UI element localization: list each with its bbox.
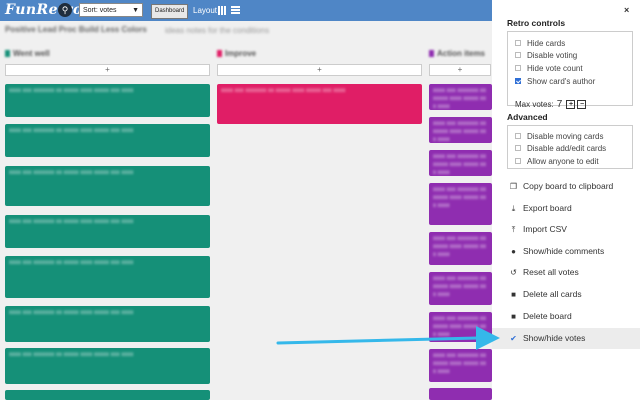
sort-select[interactable]: Sort: votes ▼ [79,3,143,17]
search-button[interactable]: ⚲ [58,3,72,17]
checkbox[interactable] [515,64,521,71]
checkbox[interactable] [515,39,521,46]
toggle-comments-button[interactable]: ● Show/hide comments [492,241,640,262]
add-card-button[interactable]: + [429,64,491,76]
reset-votes-button[interactable]: ↺ Reset all votes [492,262,640,283]
card[interactable]: xxxx xxx xxxxxxx xx xxxxx xxxx xxxxx xxx… [429,150,492,176]
columns-layout-icon[interactable] [218,6,226,15]
board-title: Positive Lead Proc Build Less Colors [5,25,147,34]
disable-moving-cards-option[interactable]: Disable moving cards [515,132,603,141]
board-settings-panel: × Retro controls Hide cards Disable voti… [492,0,640,400]
menu-icon[interactable] [231,6,240,15]
close-icon[interactable]: × [624,5,629,15]
download-icon: ⤓ [511,204,516,213]
card[interactable]: xxxx xxx xxxxxxx xx xxxxx xxxx xxxxx xxx… [5,166,210,206]
card[interactable]: xxxx xxx xxxxxxx xx xxxxx xxxx xxxxx xxx… [5,215,210,248]
trash-icon: ■ [511,312,516,321]
sort-select-value: Sort: votes [83,7,117,14]
decrease-votes-button[interactable]: − [577,100,587,110]
hide-cards-option[interactable]: Hide cards [515,39,565,48]
max-votes-value: 7 [556,99,563,110]
add-card-button[interactable]: + [217,64,422,76]
checkbox[interactable] [515,51,521,58]
card[interactable] [5,390,210,400]
card[interactable]: xxxx xxx xxxxxxx xx xxxxx xxxx xxxxx xxx… [429,349,492,382]
card[interactable]: xxxx xxx xxxxxxx xx xxxxx xxxx xxxxx xxx… [429,183,492,225]
card[interactable]: xxxx xxx xxxxxxx xx xxxxx xxxx xxxxx xxx… [217,84,422,124]
hide-vote-count-option[interactable]: Hide vote count [515,64,583,73]
checkbox[interactable] [515,157,521,164]
column-header-action-items: Action items [429,49,485,59]
delete-board-button[interactable]: ■ Delete board [492,306,640,327]
card[interactable]: xxxx xxx xxxxxxx xx xxxxx xxxx xxxxx xxx… [429,84,492,110]
card[interactable]: xxxx xxx xxxxxxx xx xxxxx xxxx xxxxx xxx… [429,272,492,305]
card[interactable]: xxxx xxx xxxxxxx xx xxxxx xxxx xxxxx xxx… [5,124,210,157]
card[interactable]: xxxx xxx xxxxxxx xx xxxxx xxxx xxxxx xxx… [429,117,492,143]
upload-icon: ⤒ [511,225,516,234]
checkbox[interactable] [515,132,521,139]
checkbox[interactable] [515,144,521,151]
card[interactable]: xxxx xxx xxxxxxx xx xxxxx xxxx xxxxx xxx… [429,312,492,342]
advanced-title: Advanced [507,112,548,122]
max-votes-label: Max votes: [515,100,554,109]
card[interactable]: xxxx xxx xxxxxxx xx xxxxx xxxx xxxxx xxx… [5,348,210,384]
toggle-votes-button[interactable]: ✔ Show/hide votes [492,328,640,349]
delete-all-cards-button[interactable]: ■ Delete all cards [492,284,640,305]
retro-controls-box: Hide cards Disable voting Hide vote coun… [507,31,633,110]
add-card-button[interactable]: + [5,64,210,76]
column-header-improve: Improve [217,49,256,59]
comments-icon: ● [511,247,516,256]
chevron-down-icon: ▼ [132,7,139,14]
disable-voting-option[interactable]: Disable voting [515,51,577,60]
disable-add-edit-cards-option[interactable]: Disable add/edit cards [515,144,606,153]
undo-icon: ↺ [510,268,517,277]
increase-votes-button[interactable]: + [566,100,576,110]
retro-controls-title: Retro controls [507,18,566,28]
show-card-author-option[interactable]: Show card's author [515,77,595,86]
layout-label: Layout [193,6,218,15]
search-icon: ⚲ [61,5,69,15]
dashboard-button[interactable]: Dashboard [151,4,189,19]
trash-icon: ■ [511,290,516,299]
advanced-box: Disable moving cards Disable add/edit ca… [507,125,633,169]
column-header-went-well: Went well [5,49,50,59]
card[interactable]: xxxx xxx xxxxxxx xx xxxxx xxxx xxxxx xxx… [5,84,210,117]
allow-anyone-edit-option[interactable]: Allow anyone to edit [515,157,599,166]
card[interactable]: xxxx xxx xxxxxxx xx xxxxx xxxx xxxxx xxx… [429,232,492,265]
export-board-button[interactable]: ⤓ Export board [492,198,640,219]
card[interactable] [429,388,492,400]
copy-icon: ❐ [509,182,518,191]
checkbox-checked[interactable] [515,77,521,84]
card[interactable]: xxxx xxx xxxxxxx xx xxxxx xxxx xxxxx xxx… [5,256,210,298]
card[interactable]: xxxx xxx xxxxxxx xx xxxxx xxxx xxxxx xxx… [5,306,210,342]
board-subtitle: ideas notes for the conditions [165,26,270,35]
max-votes: Max votes: 7 + − [515,99,587,110]
copy-board-button[interactable]: ❐ Copy board to clipboard [492,176,640,197]
check-icon: ✔ [510,334,517,343]
import-csv-button[interactable]: ⤒ Import CSV [492,219,640,240]
